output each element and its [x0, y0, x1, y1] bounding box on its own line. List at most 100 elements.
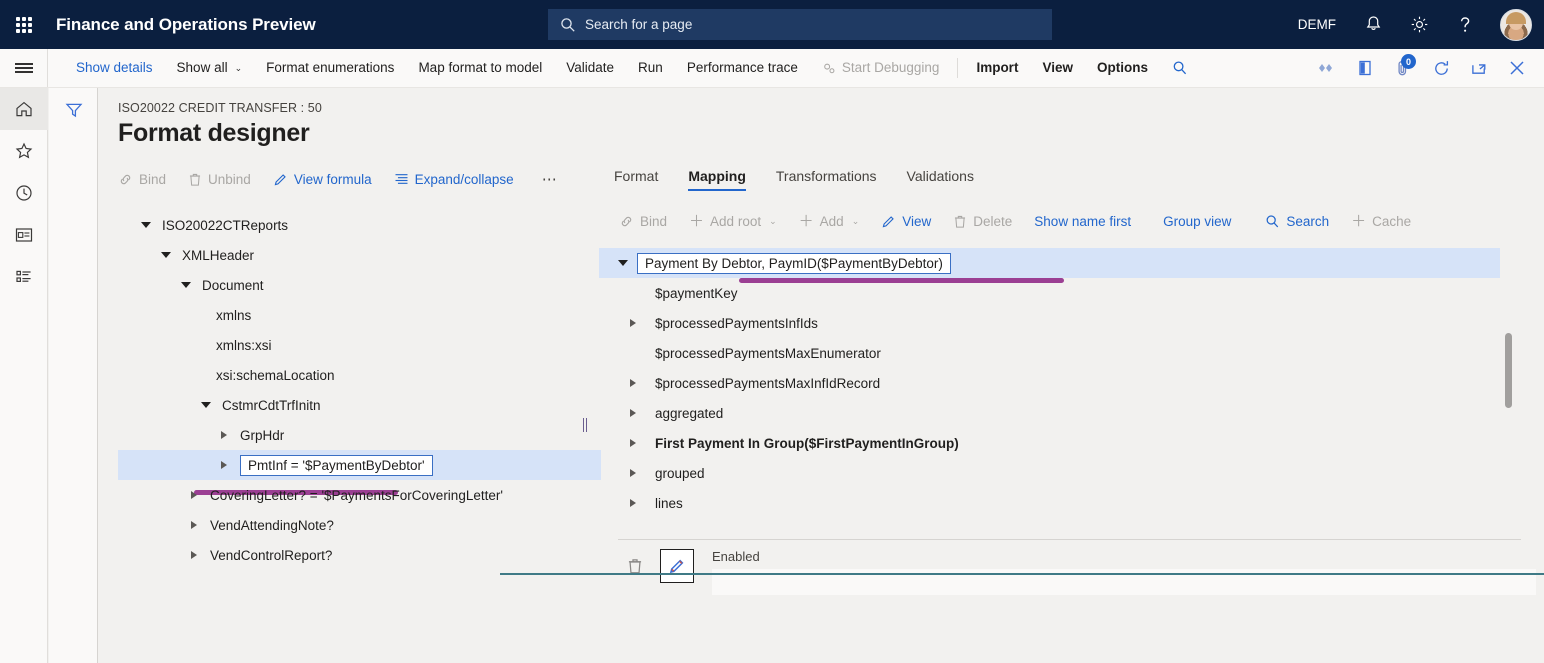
diamonds-icon[interactable] [1308, 49, 1346, 87]
expand-toggle-icon[interactable] [196, 402, 216, 408]
mapping-tree-row[interactable]: aggregated [599, 398, 1544, 428]
rail-item-workspaces[interactable] [0, 214, 48, 256]
action-pane-search-button[interactable] [1160, 49, 1200, 87]
mapping-tree-row[interactable]: First Payment In Group($FirstPaymentInGr… [599, 428, 1544, 458]
format-view-formula-button[interactable]: View formula [273, 172, 383, 187]
expand-toggle-icon[interactable] [619, 379, 647, 387]
mapping-search-button[interactable]: Search [1265, 214, 1329, 229]
expand-toggle-icon[interactable] [136, 222, 156, 228]
detail-edit-button[interactable] [660, 549, 694, 583]
bell-icon[interactable] [1350, 0, 1396, 49]
list-lines-icon [394, 172, 409, 186]
expand-toggle-icon[interactable] [184, 551, 204, 559]
mapping-tree-row[interactable]: $processedPaymentsMaxEnumerator [599, 338, 1544, 368]
action-validate[interactable]: Validate [554, 49, 626, 87]
format-tree-row[interactable]: Document [118, 270, 618, 300]
action-view[interactable]: View [1030, 49, 1085, 87]
rail-item-home[interactable] [0, 88, 48, 130]
mapping-tree-row-selected[interactable]: Payment By Debtor, PaymID($PaymentByDebt… [599, 248, 1500, 278]
format-tree-row[interactable]: XMLHeader [118, 240, 618, 270]
format-overflow-menu-button[interactable]: ⋯ [536, 170, 565, 188]
user-avatar[interactable] [1488, 0, 1544, 49]
open-in-new-window-icon[interactable] [1346, 49, 1384, 87]
mapping-group-view-button[interactable]: Group view [1163, 214, 1231, 229]
action-show-details[interactable]: Show details [64, 49, 165, 87]
tab-transformations[interactable]: Transformations [761, 168, 892, 191]
action-run[interactable]: Run [626, 49, 675, 87]
action-show-all[interactable]: Show all ⌄ [165, 49, 255, 87]
tab-transformations-label: Transformations [776, 168, 877, 184]
format-expand-collapse-button[interactable]: Expand/collapse [394, 172, 525, 187]
expand-toggle-icon[interactable] [184, 521, 204, 529]
mapping-add-button: ＋ Add ⌄ [799, 214, 860, 229]
popout-icon[interactable] [1460, 49, 1498, 87]
question-mark-icon[interactable] [1442, 0, 1488, 49]
mapping-tree-row[interactable]: $processedPaymentsInfIds [599, 308, 1544, 338]
expand-toggle-icon[interactable] [619, 409, 647, 417]
expand-toggle-icon[interactable] [619, 499, 647, 507]
format-tree-row[interactable]: CstmrCdtTrfInitn [118, 390, 618, 420]
filter-funnel-icon[interactable] [49, 88, 98, 132]
mapping-tree-row[interactable]: grouped [599, 458, 1544, 488]
expand-toggle-icon[interactable] [619, 439, 647, 447]
expand-toggle-icon[interactable] [619, 469, 647, 477]
mapping-tree-scrollbar-thumb[interactable] [1505, 333, 1512, 408]
action-run-label: Run [638, 49, 663, 87]
company-selector[interactable]: DEMF [1284, 17, 1350, 32]
rail-item-favorites[interactable] [0, 130, 48, 172]
expand-toggle-icon[interactable] [214, 431, 234, 439]
mapping-toolbar: Bind ＋ Add root ⌄ ＋ Add ⌄ View [599, 214, 1433, 229]
action-map-format-to-model[interactable]: Map format to model [406, 49, 554, 87]
home-icon [14, 99, 34, 119]
expand-toggle-icon[interactable] [156, 252, 176, 258]
tab-mapping[interactable]: Mapping [673, 168, 761, 191]
format-unbind-button: Unbind [188, 172, 262, 187]
panel-splitter-handle[interactable] [583, 418, 587, 432]
format-tree-row[interactable]: xsi:schemaLocation [118, 360, 618, 390]
detail-delete-button[interactable] [618, 549, 652, 583]
format-tree-row-selected[interactable]: PmtInf = '$PaymentByDebtor' [118, 450, 601, 480]
format-tree-row-label: CstmrCdtTrfInitn [222, 398, 321, 413]
tab-format[interactable]: Format [599, 168, 673, 191]
format-tree-row[interactable]: CoveringLetter? = '$PaymentsForCoveringL… [118, 480, 618, 510]
close-icon[interactable] [1498, 49, 1536, 87]
detail-field-label: Enabled [712, 549, 1536, 565]
format-tree-row[interactable]: xmlns:xsi [118, 330, 618, 360]
action-performance-trace[interactable]: Performance trace [675, 49, 810, 87]
rail-item-modules[interactable] [0, 256, 48, 298]
attachments-icon[interactable]: 0 [1384, 49, 1422, 87]
refresh-icon[interactable] [1422, 49, 1460, 87]
mapping-tree-row[interactable]: $processedPaymentsMaxInfIdRecord [599, 368, 1544, 398]
global-search-box[interactable]: Search for a page [548, 9, 1052, 40]
mapping-tree-row-label: lines [655, 496, 683, 511]
expand-toggle-icon[interactable] [214, 461, 234, 469]
tab-validations[interactable]: Validations [892, 168, 989, 191]
format-tree-row[interactable]: xmlns [118, 300, 618, 330]
format-tree-row[interactable]: GrpHdr [118, 420, 618, 450]
action-performance-trace-label: Performance trace [687, 49, 798, 87]
mapping-tree-row[interactable]: lines [599, 488, 1544, 518]
action-options[interactable]: Options [1085, 49, 1160, 87]
gear-icon[interactable] [1396, 0, 1442, 49]
format-tree-row[interactable]: VendControlReport? [118, 540, 618, 570]
mapping-view-button[interactable]: View [881, 214, 931, 229]
format-tree-row[interactable]: VendAttendingNote? [118, 510, 618, 540]
action-options-label: Options [1097, 49, 1148, 87]
toolbar-separator [957, 58, 958, 78]
app-launcher-icon[interactable] [0, 0, 48, 49]
hamburger-menu-icon[interactable] [0, 49, 48, 87]
link-icon [619, 214, 634, 229]
mapping-show-name-first-button[interactable]: Show name first [1034, 214, 1131, 229]
mapping-tree-row-label: $processedPaymentsMaxEnumerator [655, 346, 881, 361]
mapping-tree-row[interactable]: $paymentKey [599, 278, 1544, 308]
action-import[interactable]: Import [964, 49, 1030, 87]
expand-toggle-icon[interactable] [176, 282, 196, 288]
action-format-enumerations[interactable]: Format enumerations [254, 49, 406, 87]
expand-toggle-icon[interactable] [184, 491, 204, 499]
expand-toggle-icon[interactable] [619, 319, 647, 327]
format-tree-row-label: Document [202, 278, 264, 293]
expand-toggle-icon[interactable] [609, 260, 637, 266]
modules-list-icon [14, 268, 34, 286]
format-tree-row[interactable]: ISO20022CTReports [118, 210, 618, 240]
rail-item-recent[interactable] [0, 172, 48, 214]
